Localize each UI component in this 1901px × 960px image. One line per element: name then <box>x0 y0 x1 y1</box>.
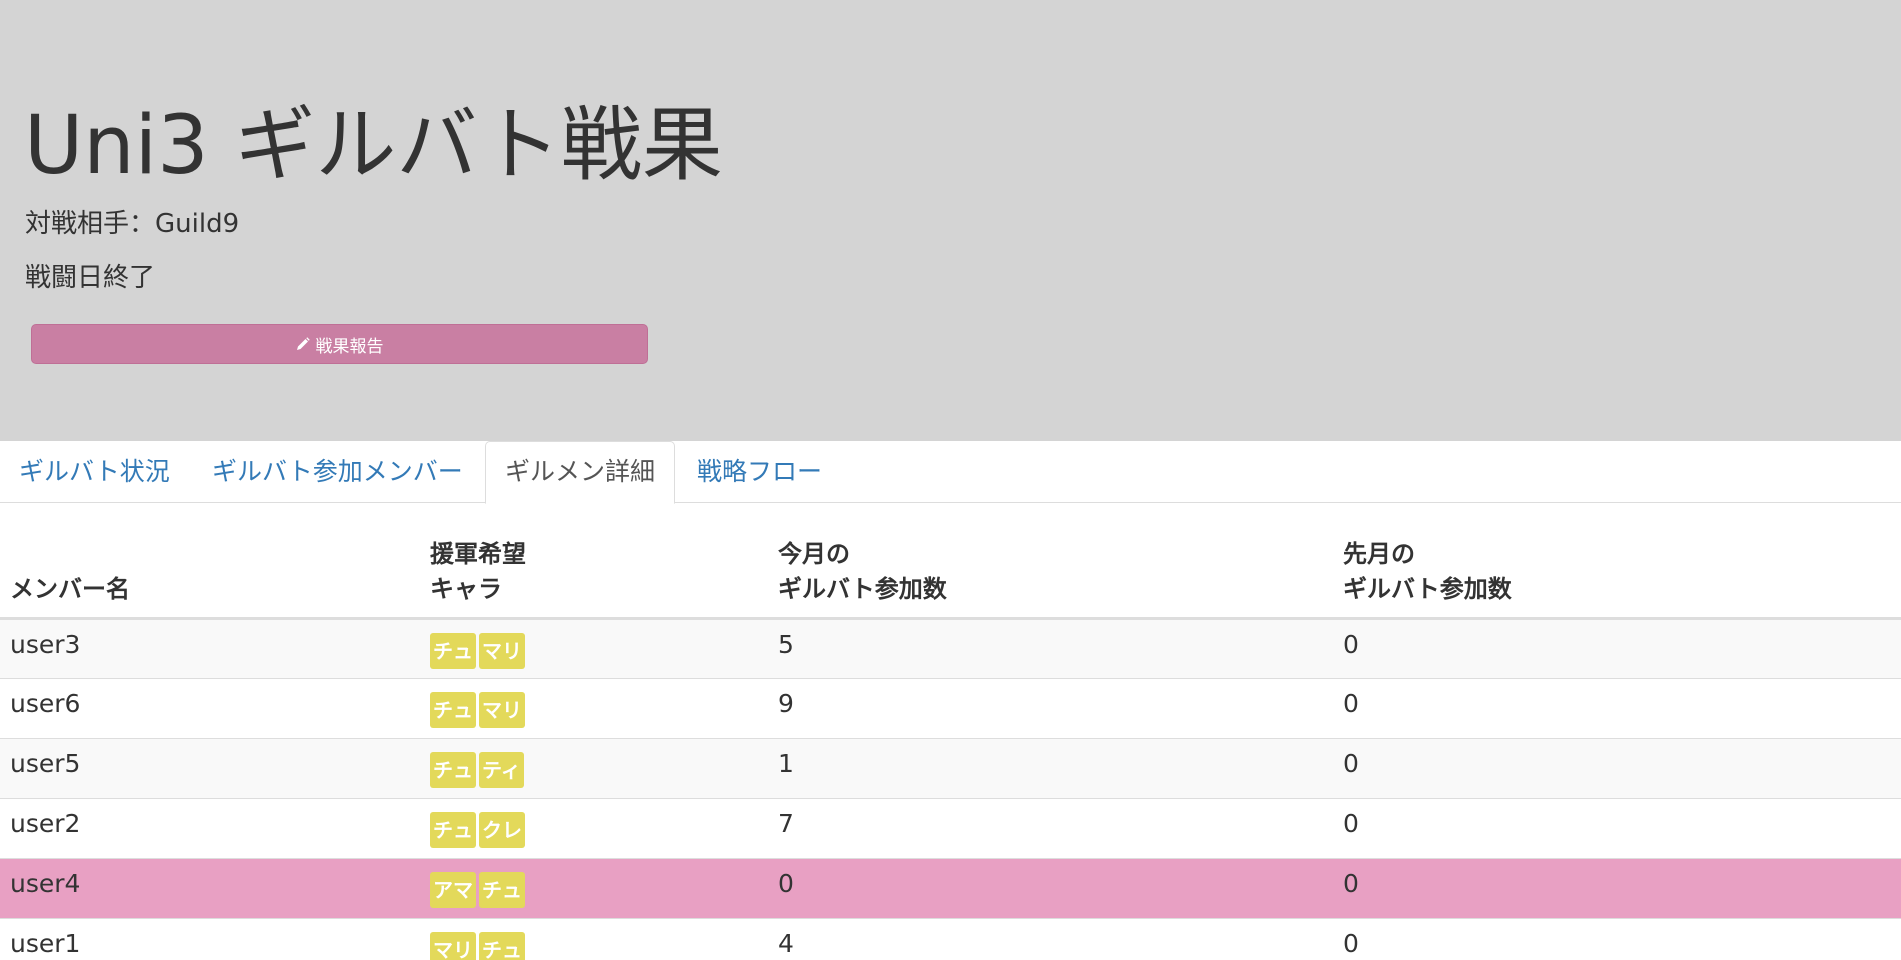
header-jumbotron: Uni3 ギルバト戦果 対戦相手：Guild9 戦闘日終了 戦果報告 <box>0 0 1901 441</box>
tab-guild-member-details[interactable]: ギルメン詳細 <box>485 441 676 504</box>
last-month-count: 0 <box>1333 798 1901 859</box>
header-last-month-count: 先月の ギルバト参加数 <box>1333 520 1901 620</box>
header-this-month-count: 今月の ギルバト参加数 <box>768 520 1333 620</box>
tab-guild-battle-status[interactable]: ギルバト状況 <box>19 441 170 503</box>
character-badge: チュ <box>479 932 525 960</box>
this-month-count: 1 <box>768 738 1333 799</box>
tab-bar: ギルバト状況 ギルバト参加メンバー ギルメン詳細 戦略フロー <box>0 441 1901 504</box>
this-month-count: 5 <box>768 618 1333 679</box>
table-row: user1 マリ チュ 4 0 <box>0 918 1901 960</box>
battle-status-text: 戦闘日終了 <box>25 263 156 293</box>
page-title: Uni3 ギルバト戦果 <box>24 99 723 193</box>
character-badge: クレ <box>479 812 525 848</box>
table-row-highlighted: user4 アマ チュ 0 0 <box>0 858 1901 919</box>
support-characters: マリ チュ <box>420 918 768 960</box>
character-badge: ティ <box>479 752 524 788</box>
last-month-count: 0 <box>1333 678 1901 739</box>
character-badge: チュ <box>430 812 476 848</box>
last-month-count: 0 <box>1333 858 1901 919</box>
character-badge: アマ <box>430 872 476 908</box>
support-characters: チュ クレ <box>420 798 768 859</box>
tab-guild-battle-members[interactable]: ギルバト参加メンバー <box>212 441 463 503</box>
pencil-icon <box>296 337 310 351</box>
this-month-count: 0 <box>768 858 1333 919</box>
character-badge: チュ <box>479 872 525 908</box>
page: Uni3 ギルバト戦果 対戦相手：Guild9 戦闘日終了 戦果報告 ギルバト状… <box>0 0 1901 960</box>
character-badge: チュ <box>430 633 476 669</box>
last-month-count: 0 <box>1333 918 1901 960</box>
member-name: user1 <box>0 918 420 960</box>
support-characters: アマ チュ <box>420 858 768 919</box>
table-row: user5 チュ ティ 1 0 <box>0 738 1901 799</box>
member-table-container: メンバー名 援軍希望 キャラ 今月の ギルバト参加数 先月の ギルバト参加数 u… <box>0 520 1901 960</box>
character-badge: チュ <box>430 752 476 788</box>
header-member-name: メンバー名 <box>0 520 420 620</box>
battle-report-label: 戦果報告 <box>315 336 384 357</box>
last-month-count: 0 <box>1333 618 1901 679</box>
member-name: user4 <box>0 858 420 919</box>
tab-strategy-flow[interactable]: 戦略フロー <box>697 441 822 503</box>
member-name: user6 <box>0 678 420 739</box>
support-characters: チュ ティ <box>420 738 768 799</box>
table-row: user3 チュ マリ 5 0 <box>0 618 1901 679</box>
header-support-character: 援軍希望 キャラ <box>420 520 768 620</box>
table-row: user2 チュ クレ 7 0 <box>0 798 1901 859</box>
support-characters: チュ マリ <box>420 678 768 739</box>
character-badge: チュ <box>430 692 476 728</box>
character-badge: マリ <box>479 633 525 669</box>
member-table: メンバー名 援軍希望 キャラ 今月の ギルバト参加数 先月の ギルバト参加数 u… <box>0 520 1901 960</box>
member-name: user3 <box>0 618 420 679</box>
this-month-count: 7 <box>768 798 1333 859</box>
character-badge: マリ <box>430 932 476 960</box>
member-name: user2 <box>0 798 420 859</box>
member-name: user5 <box>0 738 420 799</box>
character-badge: マリ <box>479 692 525 728</box>
last-month-count: 0 <box>1333 738 1901 799</box>
table-header-row: メンバー名 援軍希望 キャラ 今月の ギルバト参加数 先月の ギルバト参加数 <box>0 520 1901 620</box>
this-month-count: 9 <box>768 678 1333 739</box>
table-row: user6 チュ マリ 9 0 <box>0 678 1901 739</box>
opponent-text: 対戦相手：Guild9 <box>25 209 240 239</box>
support-characters: チュ マリ <box>420 618 768 679</box>
this-month-count: 4 <box>768 918 1333 960</box>
battle-report-button[interactable]: 戦果報告 <box>31 324 648 364</box>
